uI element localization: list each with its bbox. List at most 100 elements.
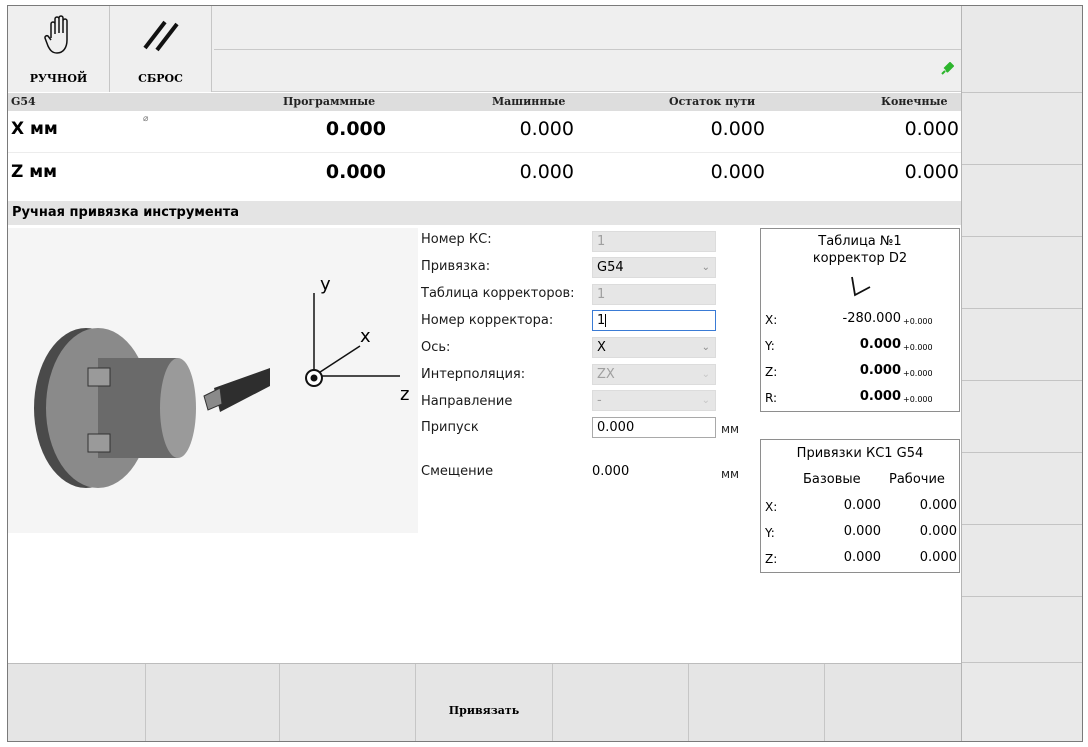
corr-row-z-delta: +0.000 [903, 369, 933, 378]
direction-label: Направление [421, 394, 513, 409]
corr-row-r-delta: +0.000 [903, 395, 933, 404]
bind-row-x-work: 0.000 [919, 498, 957, 513]
hand-icon [8, 14, 109, 58]
right-softkey-column [961, 6, 1082, 741]
right-softkey-9[interactable] [962, 597, 1082, 663]
reset-label: СБРОС [138, 72, 183, 85]
x-program-value: 0.000 [325, 118, 386, 140]
bind-row-x-key: X: [765, 500, 778, 514]
col-remaining: Остаток пути [669, 95, 756, 108]
right-softkey-8[interactable] [962, 525, 1082, 597]
corr-row-y-key: Y: [765, 339, 775, 353]
table-field: 1 [592, 284, 716, 305]
corr-row-r-value: 0.000 [859, 389, 901, 404]
binding-col-base: Базовые [803, 472, 861, 487]
toolbar-divider [214, 49, 961, 50]
bottom-softkey-3[interactable] [280, 664, 416, 741]
z-final-value: 0.000 [904, 161, 959, 183]
diameter-icon: ⌀ [143, 114, 149, 124]
connection-plug-icon [940, 61, 955, 75]
binding-select-value: G54 [597, 260, 624, 275]
cs-number-field: 1 [592, 231, 716, 252]
corrector-input[interactable]: 1 [592, 310, 716, 331]
bind-row-y-key: Y: [765, 526, 775, 540]
z-machine-value: 0.000 [519, 161, 574, 183]
axis-z-label: Z мм [11, 162, 58, 182]
reset-button[interactable]: СБРОС [110, 6, 212, 92]
x-machine-value: 0.000 [519, 118, 574, 140]
axis-y-caption: y [320, 274, 331, 295]
corr-row-z-value: 0.000 [859, 363, 901, 378]
chevron-down-icon: ⌄ [701, 369, 710, 380]
corr-row-x-value: -280.000 [842, 311, 901, 326]
app-window: РУЧНОЙ СБРОС G54 Программные Машинные Ос… [7, 5, 1083, 742]
section-title: Ручная привязка инструмента [8, 201, 961, 225]
col-machine: Машинные [492, 95, 566, 108]
corr-row-x-delta: +0.000 [903, 317, 933, 326]
offset-value: 0.000 [592, 464, 630, 479]
bottom-softkey-6[interactable] [689, 664, 825, 741]
allowance-label: Припуск [421, 420, 479, 435]
text-cursor [605, 314, 607, 327]
axis-x-label: X мм [11, 119, 58, 139]
corrector-box-title: Таблица №1 [818, 234, 902, 249]
bottom-softkey-1[interactable] [8, 664, 146, 741]
right-softkey-5[interactable] [962, 309, 1082, 381]
corrector-label: Номер корректора: [421, 313, 554, 328]
direction-select-value: - [597, 393, 602, 408]
cs-number-label: Номер КС: [421, 232, 492, 247]
bottom-softkey-7[interactable] [825, 664, 961, 741]
top-toolbar: РУЧНОЙ СБРОС [8, 6, 961, 92]
chevron-down-icon: ⌄ [701, 342, 710, 353]
tool-orientation-icon [851, 276, 871, 297]
chevron-down-icon: ⌄ [701, 395, 710, 406]
right-softkey-6[interactable] [962, 381, 1082, 453]
allowance-unit: мм [721, 422, 740, 436]
binding-select[interactable]: G54 ⌄ [592, 257, 716, 278]
corrector-table-box: Таблица №1 корректор D2 X: -280.000 +0.0… [760, 228, 960, 412]
axis-label: Ось: [421, 340, 451, 355]
allowance-input[interactable]: 0.000 [592, 417, 716, 438]
axis-select[interactable]: X ⌄ [592, 337, 716, 358]
bind-row-y-base: 0.000 [843, 524, 881, 539]
binding-table-box: Привязки КС1 G54 Базовые Рабочие X: 0.00… [760, 439, 960, 573]
bind-row-z-base: 0.000 [843, 550, 881, 565]
bottom-softkey-2[interactable] [146, 664, 280, 741]
bind-row-x-base: 0.000 [843, 498, 881, 513]
right-softkey-7[interactable] [962, 453, 1082, 525]
table-label: Таблица корректоров: [421, 286, 575, 301]
right-softkey-2[interactable] [962, 93, 1082, 165]
binding-box-title: Привязки КС1 G54 [796, 446, 924, 461]
col-final: Конечные [881, 95, 948, 108]
coords-header: G54 Программные Машинные Остаток пути Ко… [8, 93, 961, 111]
interp-select-value: ZX [597, 367, 615, 382]
manual-mode-button[interactable]: РУЧНОЙ [8, 6, 110, 92]
right-softkey-4[interactable] [962, 237, 1082, 309]
bind-row-z-key: Z: [765, 552, 778, 566]
lathe-illustration: y x z [8, 228, 418, 533]
manual-mode-label: РУЧНОЙ [29, 72, 88, 85]
right-softkey-1[interactable] [962, 6, 1082, 93]
bottom-softkey-5[interactable] [553, 664, 689, 741]
interp-select: ZX ⌄ [592, 364, 716, 385]
direction-select: - ⌄ [592, 390, 716, 411]
bind-button[interactable]: Привязать [416, 664, 553, 741]
right-softkey-10[interactable] [962, 663, 1082, 741]
corr-row-r-key: R: [765, 391, 778, 405]
binding-col-work: Рабочие [889, 472, 945, 487]
right-softkey-3[interactable] [962, 165, 1082, 237]
lathe-scene: y x z [8, 228, 418, 533]
offset-unit: мм [721, 467, 740, 481]
corrector-input-value: 1 [597, 313, 606, 328]
corr-row-y-delta: +0.000 [903, 343, 933, 352]
corr-row-y-value: 0.000 [859, 337, 901, 352]
bind-row-y-work: 0.000 [919, 524, 957, 539]
col-program: Программные [283, 95, 376, 108]
z-remaining-value: 0.000 [710, 161, 765, 183]
bind-button-label: Привязать [448, 704, 520, 717]
axis-z-caption: z [400, 384, 409, 405]
z-program-value: 0.000 [325, 161, 386, 183]
x-remaining-value: 0.000 [710, 118, 765, 140]
corr-row-x-key: X: [765, 313, 778, 327]
binding-label: Привязка: [421, 259, 491, 274]
